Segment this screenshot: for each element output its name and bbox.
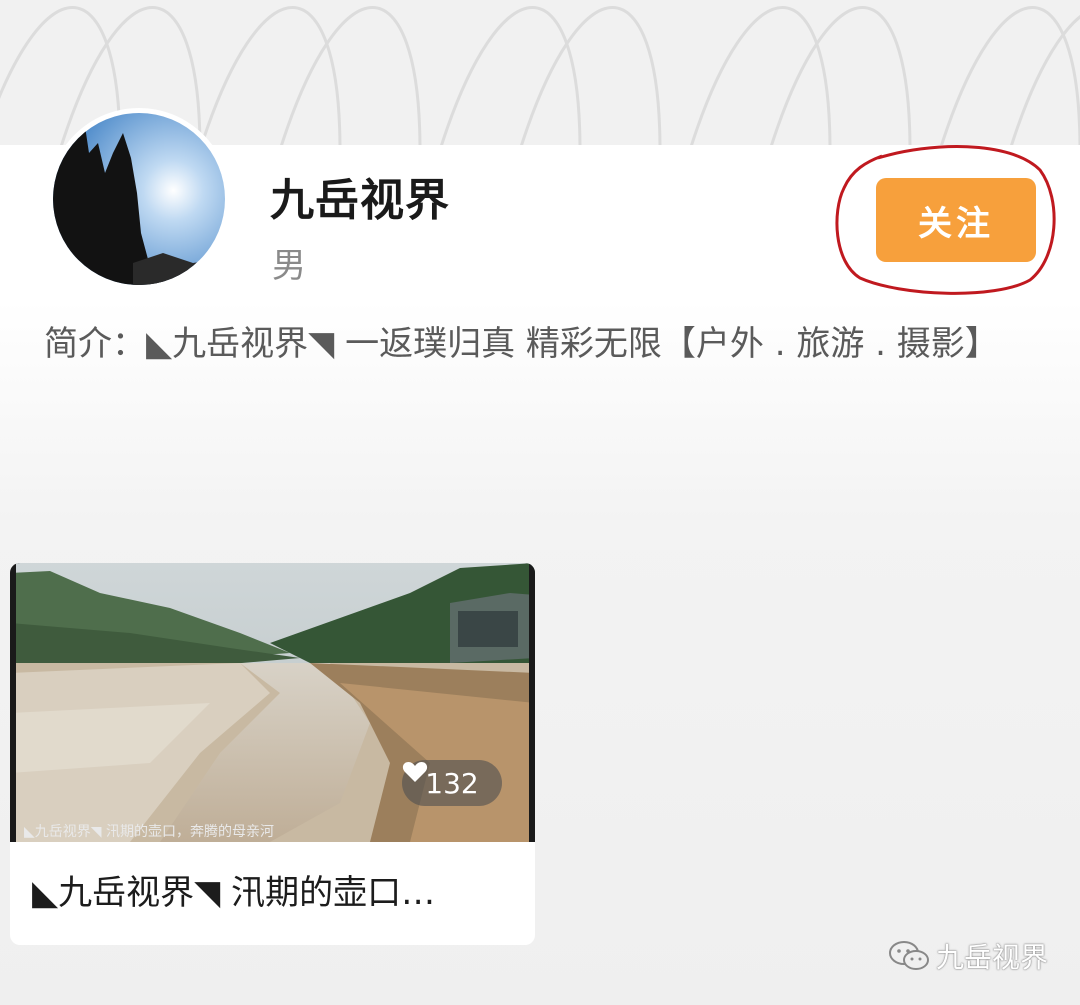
- likes-count: 132: [425, 766, 479, 800]
- avatar-image: [53, 113, 225, 285]
- profile-gender: 男: [272, 246, 306, 286]
- watermark-text: 九岳视界: [936, 941, 1049, 974]
- post-card[interactable]: ◣九岳视界◥ 汛期的壶口，奔腾的母亲河 132 ◣九岳视界◥ 汛期的壶口…: [10, 563, 535, 945]
- profile-bio: 简介：◣九岳视界◥ 一返璞归真 精彩无限【户外 . 旅游 . 摄影】: [44, 318, 1044, 370]
- heart-icon: [402, 762, 428, 782]
- watermark: 九岳视界: [888, 936, 1048, 976]
- thumbnail-caption: ◣九岳视界◥ 汛期的壶口，奔腾的母亲河: [24, 824, 274, 840]
- post-thumbnail[interactable]: ◣九岳视界◥ 汛期的壶口，奔腾的母亲河 132: [10, 563, 535, 842]
- likes-badge: 132: [402, 760, 502, 806]
- bio-text: ◣九岳视界◥ 一返璞归真 精彩无限【户外 . 旅游 . 摄影】: [146, 324, 999, 364]
- profile-nickname: 九岳视界: [270, 175, 450, 226]
- follow-button[interactable]: 关注: [876, 178, 1036, 262]
- bio-label: 简介：: [44, 324, 146, 364]
- wechat-icon: [889, 941, 929, 970]
- post-title[interactable]: ◣九岳视界◥ 汛期的壶口…: [32, 865, 522, 914]
- avatar[interactable]: [48, 108, 230, 290]
